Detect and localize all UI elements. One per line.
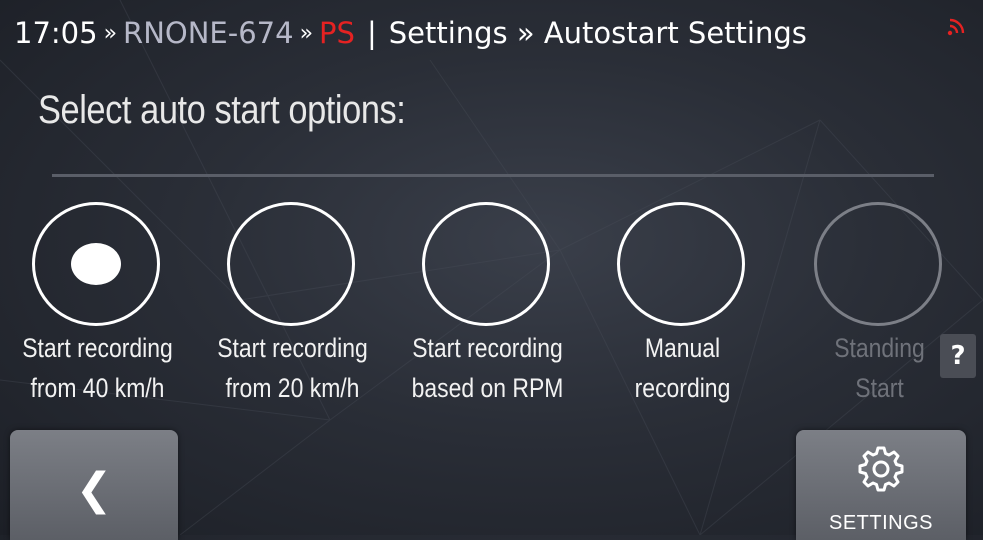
- divider: [52, 174, 934, 177]
- radio-dot: [71, 243, 121, 285]
- option-start-40kmh[interactable]: Start recording from 40 km/h: [0, 200, 195, 410]
- settings-button[interactable]: SETTINGS: [796, 430, 966, 540]
- device-id: RNONE-674: [123, 16, 294, 50]
- option-label: Start recording from 40 km/h: [15, 328, 181, 408]
- radio-button[interactable]: [617, 202, 745, 326]
- page-title: Select auto start options:: [38, 88, 406, 132]
- option-start-20kmh[interactable]: Start recording from 20 km/h: [195, 200, 390, 410]
- radio-button-disabled: [814, 202, 942, 326]
- option-label-line1: Standing: [834, 333, 925, 363]
- radio-button[interactable]: [227, 202, 355, 326]
- signal-icon: [947, 18, 965, 36]
- option-label-line1: Start recording: [22, 333, 173, 363]
- option-label-line2: from 20 km/h: [225, 373, 360, 403]
- mode-indicator: PS: [319, 16, 355, 50]
- option-manual-recording[interactable]: Manual recording: [585, 200, 780, 410]
- back-button[interactable]: ❮: [10, 430, 178, 540]
- option-label-line1: Start recording: [217, 333, 368, 363]
- option-standing-start: Standing Start: [782, 200, 977, 410]
- option-label-line1: Manual: [644, 333, 721, 363]
- option-label: Standing Start: [797, 328, 963, 408]
- option-label: Manual recording: [600, 328, 766, 408]
- option-label-line2: from 40 km/h: [30, 373, 165, 403]
- breadcrumb-separator: »: [103, 20, 118, 46]
- chevron-left-icon: ❮: [75, 464, 113, 515]
- option-label: Start recording based on RPM: [405, 328, 571, 408]
- option-label-line2: based on RPM: [411, 373, 564, 403]
- autostart-options: Start recording from 40 km/h Start recor…: [0, 200, 983, 410]
- settings-label: SETTINGS: [828, 512, 933, 534]
- option-label: Start recording from 20 km/h: [210, 328, 376, 408]
- radio-button-selected[interactable]: [32, 202, 160, 326]
- clock-time: 17:05: [14, 16, 98, 50]
- header-divider: |: [366, 16, 377, 50]
- radio-button[interactable]: [422, 202, 550, 326]
- breadcrumb: Settings » Autostart Settings: [388, 16, 807, 50]
- option-label-line1: Start recording: [412, 333, 563, 363]
- gear-icon: [858, 446, 904, 492]
- option-label-line2: recording: [634, 373, 731, 403]
- breadcrumb-separator: »: [299, 20, 314, 46]
- status-header: 17:05 » RNONE-674 » PS | Settings » Auto…: [14, 12, 969, 54]
- option-label-line2: Start: [855, 373, 904, 403]
- help-button[interactable]: ?: [940, 334, 976, 378]
- option-start-rpm[interactable]: Start recording based on RPM: [390, 200, 585, 410]
